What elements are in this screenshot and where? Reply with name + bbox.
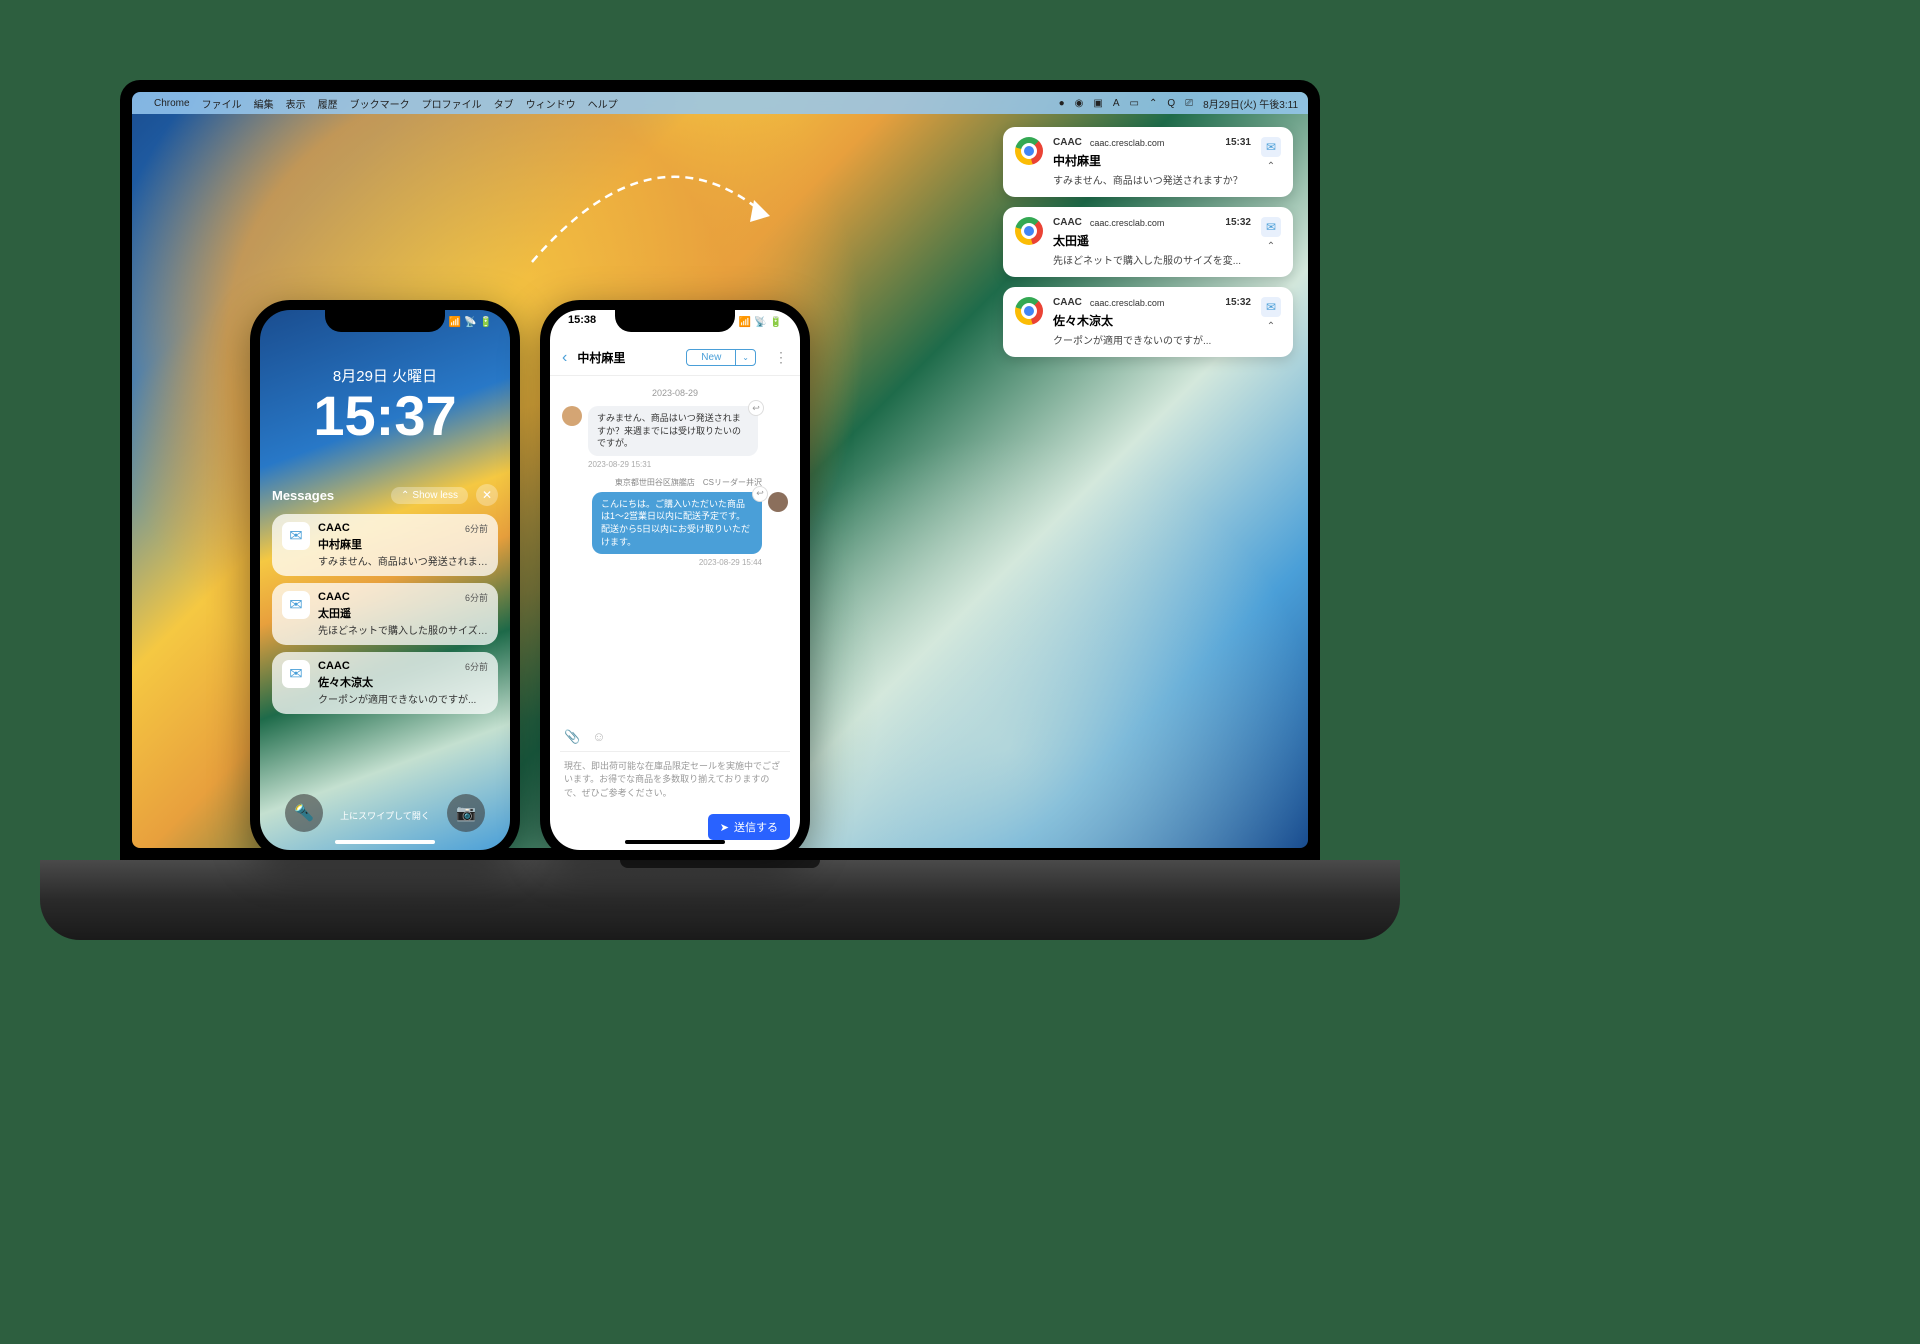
notif-message: すみません、商品はいつ発送されますか？ xyxy=(1053,172,1251,187)
status-tag-dropdown[interactable]: New ⌄ xyxy=(686,349,756,366)
app-icon: ✉ xyxy=(282,591,310,619)
notif-message: 先ほどネットで購入した服のサイズを変... xyxy=(1053,252,1251,267)
menu-window[interactable]: ウィンドウ xyxy=(526,96,576,111)
app-icon: ✉ xyxy=(1261,297,1281,317)
desktop-notification[interactable]: CAACcaac.cresclab.com15:32 佐々木涼太 クーポンが適用… xyxy=(1003,287,1293,357)
lock-notification[interactable]: ✉ CAAC6分前 中村麻里 すみません、商品はいつ発送されますか？ xyxy=(272,514,498,576)
avatar xyxy=(768,492,788,512)
emoji-button[interactable]: ☺ xyxy=(592,729,605,745)
notif-group-title: Messages xyxy=(272,488,334,503)
status-icon[interactable]: ● xyxy=(1059,98,1065,109)
notif-message: クーポンが適用できないのですが... xyxy=(1053,332,1251,347)
signal-icon: 📶 xyxy=(449,317,461,328)
more-button[interactable]: ⋮ xyxy=(774,349,788,366)
lock-notification[interactable]: ✉ CAAC6分前 佐々木涼太 クーポンが適用できないのですが... xyxy=(272,652,498,714)
notif-sender: 太田遥 xyxy=(1053,232,1251,249)
menu-edit[interactable]: 編集 xyxy=(254,96,274,111)
timestamp: 2023-08-29 15:31 xyxy=(588,460,788,469)
menu-file[interactable]: ファイル xyxy=(202,96,242,111)
desktop-notification[interactable]: CAACcaac.cresclab.com15:31 中村麻里 すみません、商品… xyxy=(1003,127,1293,197)
home-indicator[interactable] xyxy=(625,840,725,844)
reply-icon[interactable]: ↩ xyxy=(752,486,768,502)
menubar-datetime[interactable]: 8月29日(火) 午後3:11 xyxy=(1203,96,1298,111)
reply-icon[interactable]: ↩ xyxy=(748,400,764,416)
chevron-down-icon: ⌄ xyxy=(736,351,755,364)
close-button[interactable]: ✕ xyxy=(476,484,498,506)
status-icon[interactable]: ◉ xyxy=(1075,98,1084,109)
battery-icon[interactable]: ▭ xyxy=(1130,98,1139,109)
chevron-up-icon[interactable]: ⌃ xyxy=(1267,241,1275,252)
send-icon: ➤ xyxy=(720,821,729,834)
chevron-up-icon[interactable]: ⌃ xyxy=(1267,161,1275,172)
flow-arrow xyxy=(512,142,792,282)
app-icon: ✉ xyxy=(282,660,310,688)
control-center-icon[interactable]: ⎚ xyxy=(1185,98,1193,109)
message-outgoing[interactable]: こんにちは。ご購入いただいた商品は1〜2営業日以内に配送予定です。配送から5日以… xyxy=(592,492,762,554)
phone-chat-app: 15:38 📶📡 🔋 ‹ 中村麻里 New ⌄ ⋮ 2023-08-29 すみません… xyxy=(540,300,810,860)
chevron-up-icon: ⌃ xyxy=(401,490,409,501)
contact-name: 中村麻里 xyxy=(577,349,625,366)
chat-header: ‹ 中村麻里 New ⌄ ⋮ xyxy=(550,340,800,376)
back-button[interactable]: ‹ xyxy=(562,349,567,367)
desktop-notification[interactable]: CAACcaac.cresclab.com15:32 太田遥 先ほどネットで購入… xyxy=(1003,207,1293,277)
menu-help[interactable]: ヘルプ xyxy=(588,96,618,111)
chrome-icon xyxy=(1015,137,1043,165)
home-indicator[interactable] xyxy=(335,840,435,844)
menu-bookmarks[interactable]: ブックマーク xyxy=(350,96,410,111)
menu-profile[interactable]: プロファイル xyxy=(422,96,482,111)
chrome-icon xyxy=(1015,217,1043,245)
chat-date: 2023-08-29 xyxy=(562,388,788,398)
show-less-button[interactable]: ⌃Show less xyxy=(391,487,468,504)
status-time: 15:38 xyxy=(568,314,596,330)
attachment-button[interactable]: 📎 xyxy=(564,729,580,745)
signal-icon: 📶 xyxy=(739,317,751,328)
camera-button[interactable]: 📷 xyxy=(447,794,485,832)
lock-date: 8月29日 火曜日 xyxy=(260,365,510,386)
menu-history[interactable]: 履歴 xyxy=(318,96,338,111)
chrome-icon xyxy=(1015,297,1043,325)
menubar-app-name[interactable]: Chrome xyxy=(154,98,190,109)
battery-icon: 🔋 xyxy=(770,317,782,328)
lock-notification[interactable]: ✉ CAAC6分前 太田遥 先ほどネットで購入した服のサイズを変... xyxy=(272,583,498,645)
message-input[interactable]: 現在、即出荷可能な在庫品限定セールを実施中でございます。お得でな商品を多数取り揃… xyxy=(560,751,790,809)
app-icon: ✉ xyxy=(1261,137,1281,157)
macos-menubar: Chrome ファイル 編集 表示 履歴 ブックマーク プロファイル タブ ウィ… xyxy=(132,92,1308,114)
menu-tab[interactable]: タブ xyxy=(494,96,514,111)
send-button[interactable]: ➤ 送信する xyxy=(708,814,790,840)
wifi-icon: 📡 xyxy=(464,317,476,328)
menu-view[interactable]: 表示 xyxy=(286,96,306,111)
status-icon[interactable]: ▣ xyxy=(1093,98,1102,109)
battery-icon: 🔋 xyxy=(480,317,492,328)
agent-label: 東京都世田谷区旗艦店 CSリーダー井沢 xyxy=(562,477,762,488)
message-incoming[interactable]: すみません、商品はいつ発送されますか？来週までには受け取りたいのですが。 ↩ xyxy=(588,406,758,456)
phone-lockscreen: 📶📡🔋 8月29日 火曜日 15:37 Messages ⌃Show less … xyxy=(250,300,520,860)
input-icon[interactable]: A xyxy=(1113,98,1120,109)
chevron-up-icon[interactable]: ⌃ xyxy=(1267,321,1275,332)
app-icon: ✉ xyxy=(282,522,310,550)
lock-time: 15:37 xyxy=(260,388,510,444)
app-icon: ✉ xyxy=(1261,217,1281,237)
search-icon[interactable]: Q xyxy=(1167,98,1175,109)
timestamp: 2023-08-29 15:44 xyxy=(562,558,762,567)
avatar xyxy=(562,406,582,426)
flashlight-button[interactable]: 🔦 xyxy=(285,794,323,832)
notif-sender: 中村麻里 xyxy=(1053,152,1251,169)
notif-sender: 佐々木涼太 xyxy=(1053,312,1251,329)
wifi-icon: 📡 xyxy=(754,317,766,328)
wifi-icon[interactable]: ⌃ xyxy=(1149,98,1157,109)
